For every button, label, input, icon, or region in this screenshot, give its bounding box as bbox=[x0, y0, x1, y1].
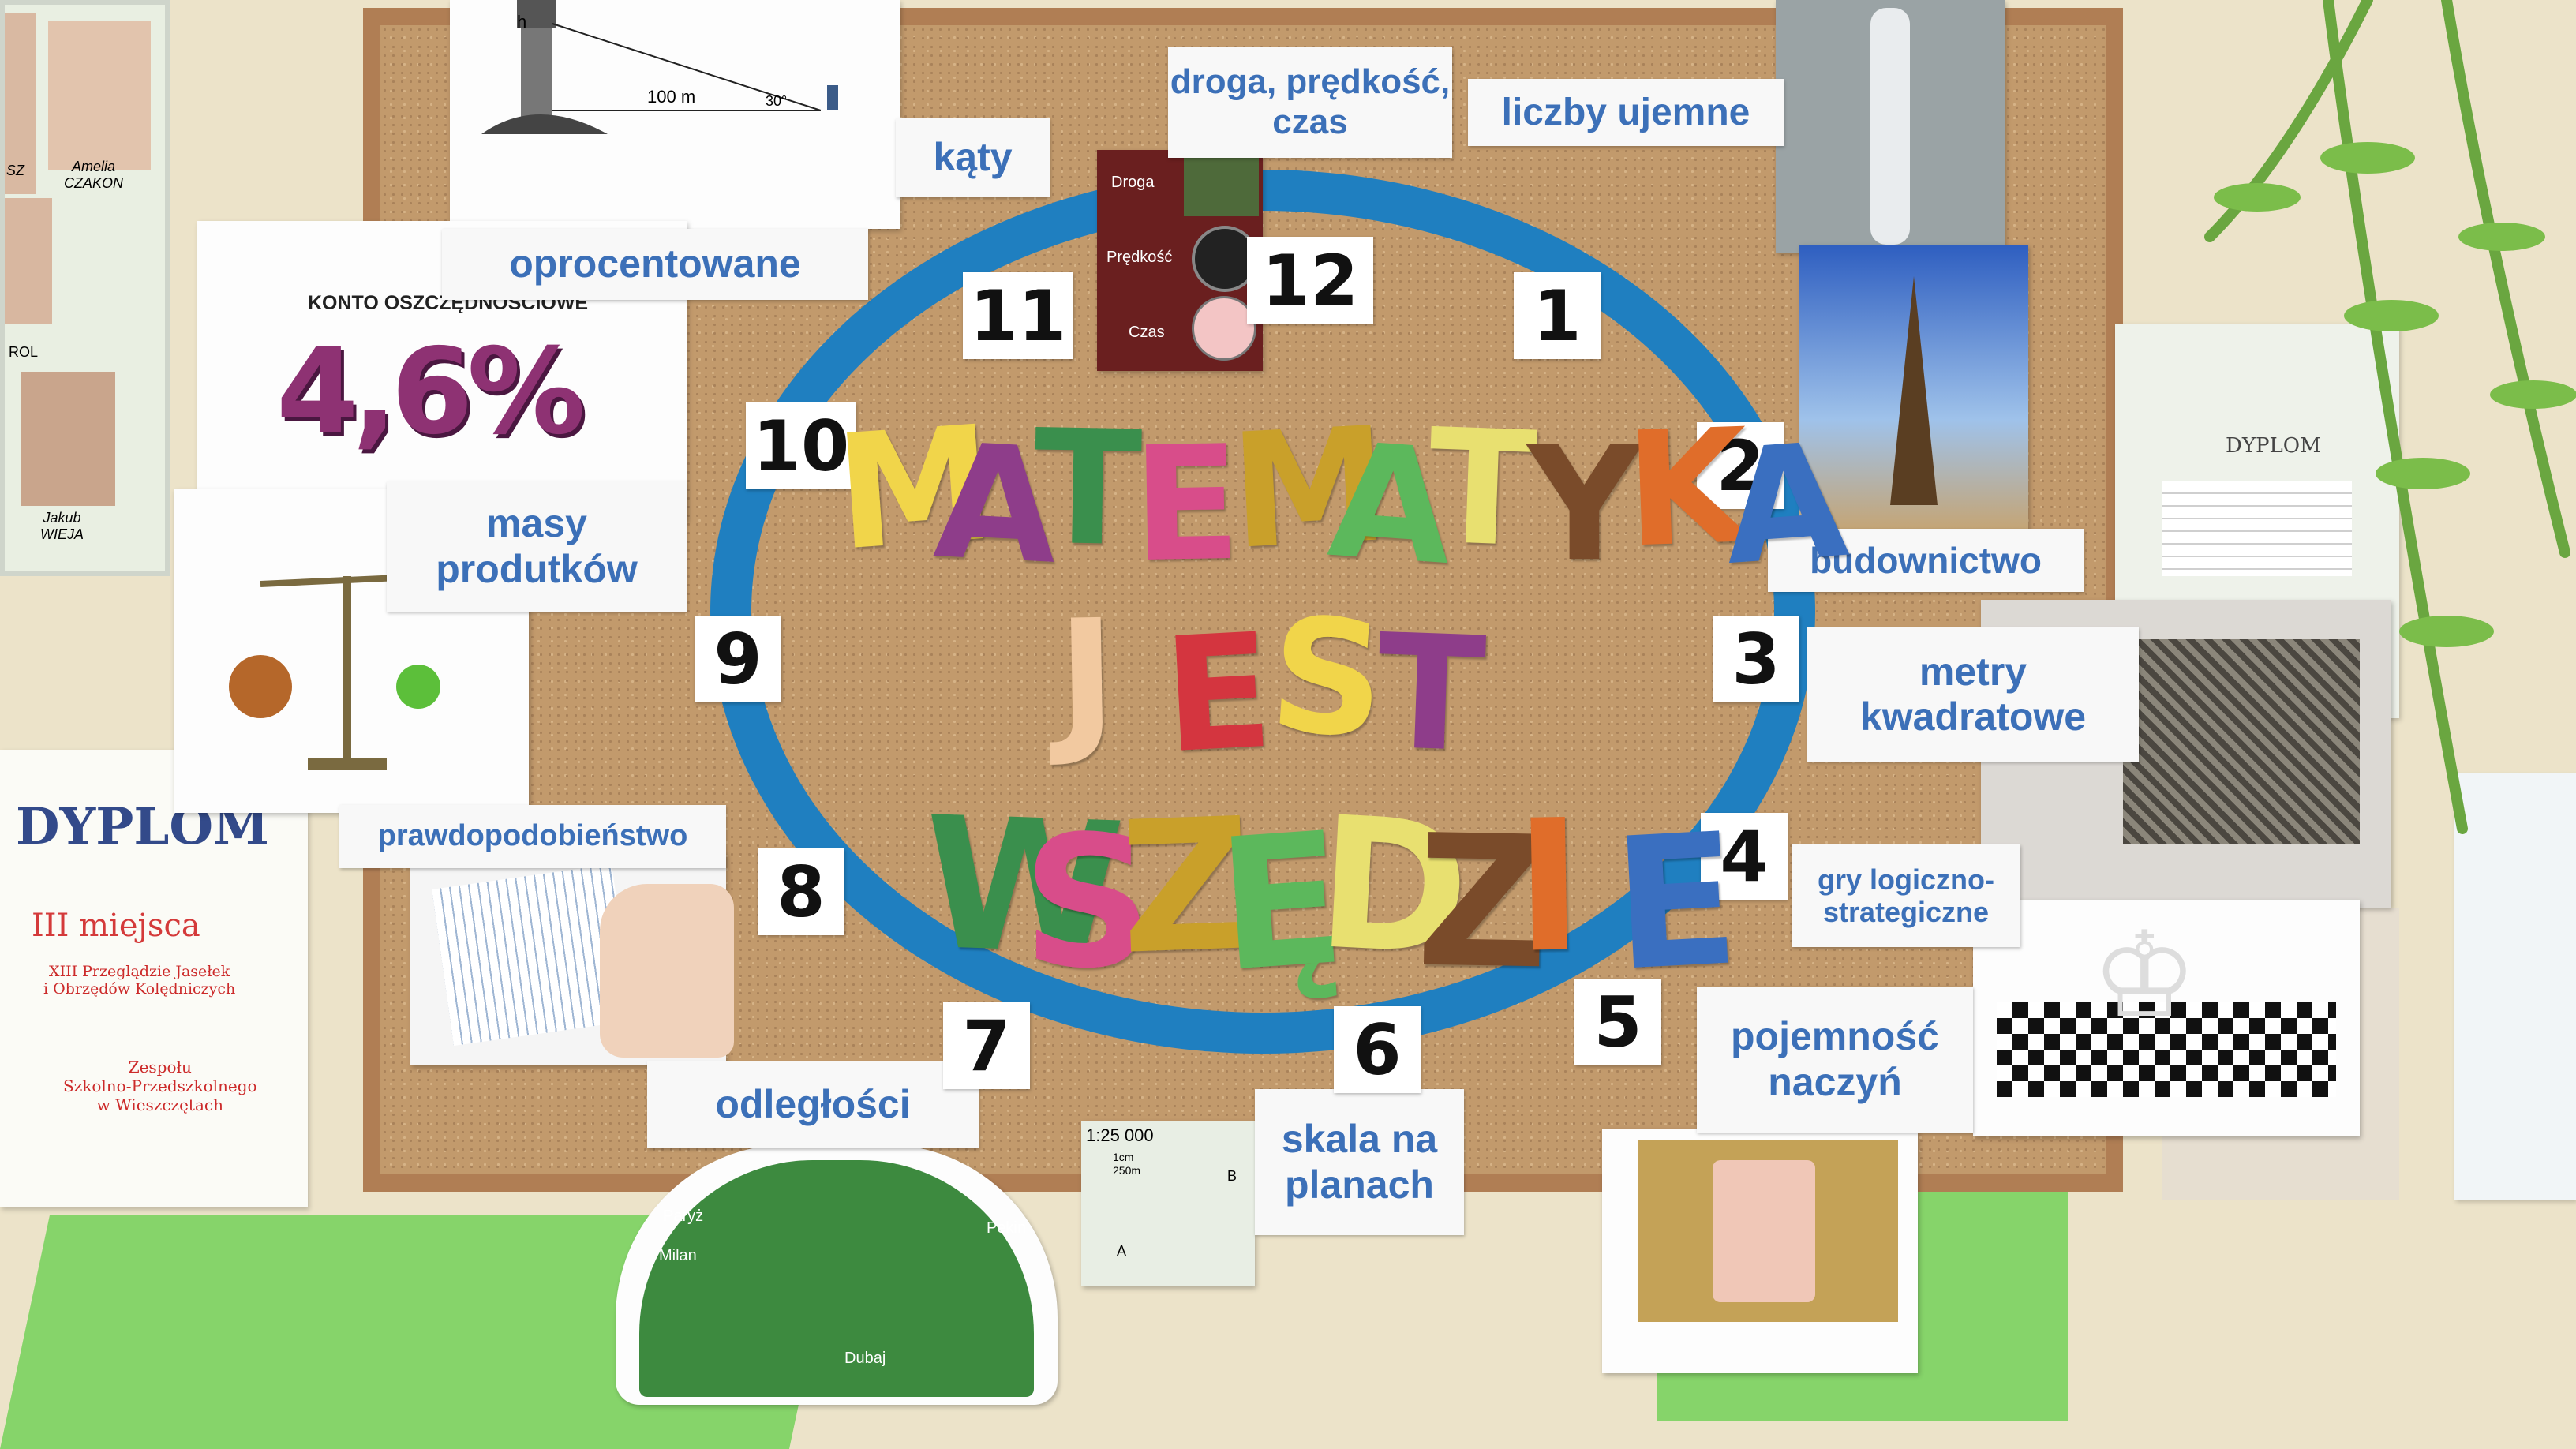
label-skala: skala na planach bbox=[1255, 1089, 1464, 1235]
title-letter: E bbox=[1159, 599, 1277, 789]
diploma-place: III miejsca bbox=[32, 908, 200, 944]
label-oprocentowane: oprocentowane bbox=[442, 229, 868, 300]
title-letter: A bbox=[1718, 408, 1853, 601]
fern-plant bbox=[2204, 0, 2576, 834]
student-photo bbox=[21, 372, 115, 506]
map-scale-bar-b: 250m bbox=[1113, 1164, 1141, 1177]
clock-number-9: 9 bbox=[695, 616, 781, 702]
clock-number-6: 6 bbox=[1334, 1006, 1421, 1093]
label-katy: kąty bbox=[896, 118, 1050, 197]
diploma-text: XIII Przeglądzie Jasełek i Obrzędów Kolę… bbox=[43, 963, 236, 998]
globe-card: Paryż Milan Dubaj Pekin bbox=[616, 1144, 1058, 1405]
clock-number-8: 8 bbox=[758, 848, 844, 935]
clock-number-3: 3 bbox=[1713, 616, 1799, 702]
glass-card bbox=[1602, 1129, 1918, 1373]
globe-image bbox=[639, 1160, 1034, 1397]
lighthouse-diagram bbox=[481, 0, 838, 134]
label-prawdopodobienstwo: prawdopodobieństwo bbox=[339, 805, 726, 868]
map-point-a: A bbox=[1117, 1243, 1127, 1259]
clock-number-1: 1 bbox=[1514, 272, 1601, 359]
title-letter: I bbox=[1513, 781, 1585, 994]
thermometer-card bbox=[1776, 0, 2005, 253]
label-gry: gry logiczno- strategiczne bbox=[1792, 844, 2020, 947]
student-photo bbox=[48, 21, 151, 170]
map-point-b: B bbox=[1227, 1168, 1237, 1184]
student-name: SZ bbox=[6, 163, 25, 178]
student-photo bbox=[5, 198, 52, 324]
glass-icon bbox=[1713, 1160, 1815, 1302]
city-milan: Milan bbox=[659, 1247, 697, 1264]
label-odleglosci: odległości bbox=[647, 1061, 979, 1148]
lighthouse-card: h 100 m 30° bbox=[450, 0, 900, 229]
student-photos-frame: SZ Amelia CZAKON ROL Jakub WIEJA bbox=[0, 0, 170, 576]
road-photo bbox=[1184, 155, 1259, 216]
chess-king-icon: ♔ bbox=[2091, 908, 2198, 1041]
savings-rate: 4,6% bbox=[276, 324, 586, 461]
speed-card-czas: Czas bbox=[1129, 324, 1165, 341]
city-paryz: Paryż bbox=[663, 1208, 704, 1225]
student-name: Jakub WIEJA bbox=[40, 510, 84, 542]
hand-shape bbox=[600, 884, 734, 1058]
lighthouse-angle: 30° bbox=[766, 93, 788, 109]
title-letter: E bbox=[1608, 795, 1743, 1012]
speed-card-predkosc: Prędkość bbox=[1106, 249, 1173, 266]
label-metry: metry kwadratowe bbox=[1807, 627, 2139, 762]
title-letter: T bbox=[1425, 395, 1540, 583]
title-letter: E bbox=[1130, 411, 1242, 598]
label-liczby-ujemne: liczby ujemne bbox=[1468, 79, 1784, 146]
diploma-left: DYPLOM III miejsca XIII Przeglądzie Jase… bbox=[0, 750, 308, 1208]
thermometer-icon bbox=[1870, 8, 1910, 245]
speed-card: Droga Prędkość Czas bbox=[1097, 150, 1263, 371]
title-letter: J bbox=[1055, 586, 1118, 771]
title-letter: T bbox=[1032, 395, 1144, 582]
city-dubaj: Dubaj bbox=[844, 1350, 886, 1367]
map-scale-bar-a: 1cm bbox=[1113, 1151, 1134, 1163]
student-name: Amelia CZAKON bbox=[64, 159, 124, 191]
clock-number-11: 11 bbox=[963, 272, 1073, 359]
map-scale: 1:25 000 bbox=[1086, 1125, 1154, 1145]
label-pojemnosc: pojemność naczyń bbox=[1697, 987, 1973, 1133]
map-card: 1:25 000 1cm 250m A B bbox=[1081, 1121, 1255, 1286]
label-masy: masy produtków bbox=[387, 481, 687, 612]
city-pekin: Pekin bbox=[987, 1219, 1027, 1237]
label-droga: droga, prędkość, czas bbox=[1168, 47, 1452, 158]
title-letter: S bbox=[1264, 582, 1391, 774]
chess-card: ♔ bbox=[1973, 900, 2360, 1136]
clock-number-7: 7 bbox=[943, 1002, 1030, 1089]
lighthouse-h: h bbox=[517, 12, 527, 32]
speed-card-droga: Droga bbox=[1111, 174, 1155, 191]
lottery-card bbox=[410, 852, 734, 1065]
diploma-school: Zespołu Szkolno-Przedszkolnego w Wieszcz… bbox=[63, 1058, 257, 1114]
student-name: ROL bbox=[9, 344, 39, 360]
clock-number-12: 12 bbox=[1247, 237, 1373, 324]
lighthouse-distance: 100 m bbox=[647, 87, 696, 107]
title-letter: T bbox=[1373, 600, 1488, 788]
